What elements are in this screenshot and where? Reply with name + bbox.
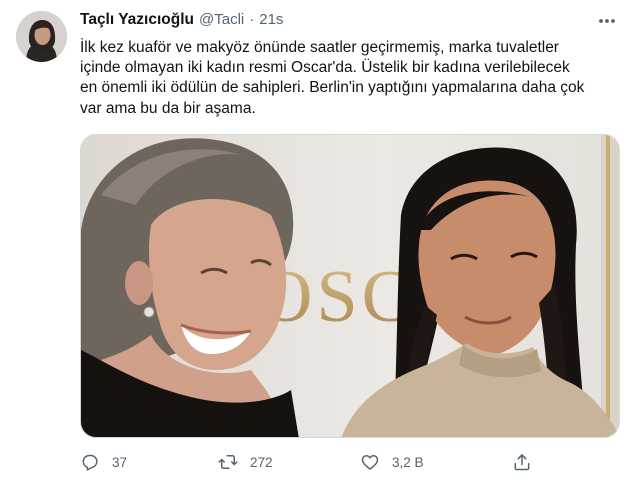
separator-dot: · <box>249 11 255 28</box>
retweet-count: 272 <box>250 454 273 470</box>
like-count: 3,2 B <box>392 454 424 470</box>
share-button[interactable] <box>512 450 532 474</box>
retweet-button[interactable]: 272 <box>218 450 273 474</box>
display-name[interactable]: Taçlı Yazıcıoğlu <box>80 11 194 29</box>
like-button[interactable]: 3,2 B <box>360 450 424 474</box>
user-handle[interactable]: @Tacli <box>199 11 244 28</box>
tweet-photo[interactable]: OSCA <box>80 134 620 438</box>
more-horizontal-icon[interactable] <box>596 14 618 28</box>
reply-count: 37 <box>112 454 128 470</box>
reply-icon <box>82 454 98 471</box>
tweet-header: Taçlı Yazıcıoğlu @Tacli · 21s <box>80 11 283 31</box>
heart-icon <box>361 455 379 470</box>
retweet-icon <box>218 455 238 469</box>
timestamp[interactable]: 21s <box>259 11 283 28</box>
tweet-text: İlk kez kuaför ve makyöz önünde saatler … <box>80 39 585 117</box>
tweet[interactable]: Taçlı Yazıcıoğlu @Tacli · 21s İlk kez ku… <box>0 0 635 487</box>
share-icon <box>514 454 530 471</box>
avatar[interactable] <box>16 11 67 62</box>
tweet-actions-bar: 37 272 3,2 B <box>80 450 540 474</box>
reply-button[interactable]: 37 <box>80 450 127 474</box>
